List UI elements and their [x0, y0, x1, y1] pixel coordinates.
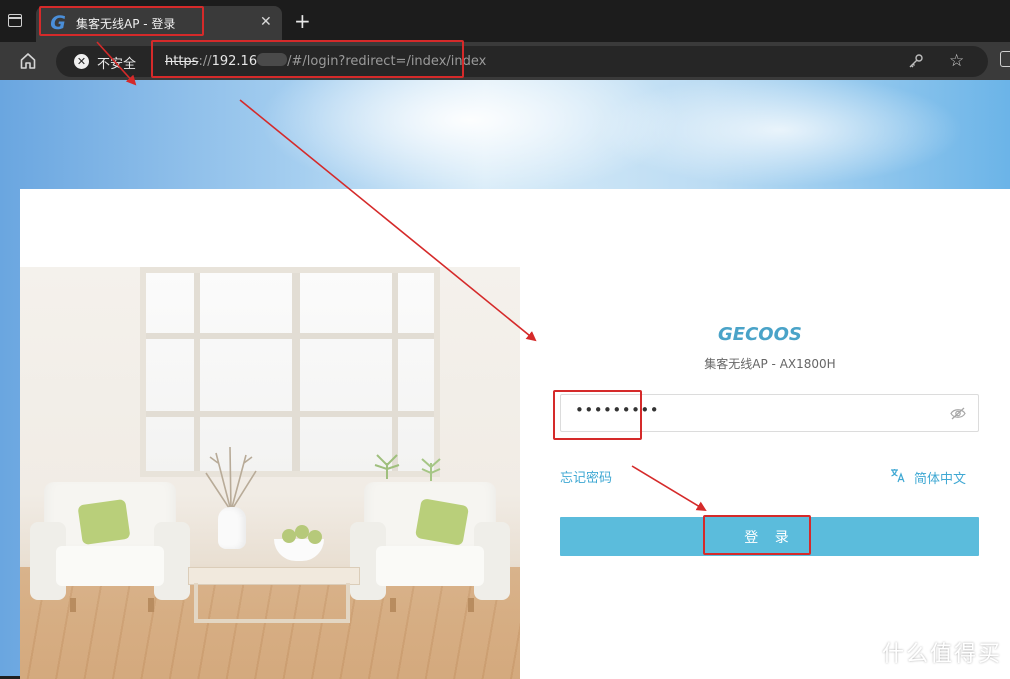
password-input[interactable]: ••••••••• — [560, 394, 979, 432]
tab-title: 集客无线AP - 登录 — [76, 17, 176, 31]
device-subtitle: 集客无线AP - AX1800H — [704, 357, 836, 371]
plant-illustration — [374, 454, 400, 479]
watermark-text: 什么值得买 — [882, 642, 1003, 667]
close-tab-icon[interactable]: ✕ — [260, 14, 272, 30]
login-card: GECOOS 集客无线AP - AX1800H ••••••••• 忘记密码 简… — [20, 189, 1010, 679]
logo-text: GECOOS — [718, 324, 802, 343]
fruit-illustration — [308, 530, 322, 544]
watermark-badge: 值 — [842, 634, 872, 664]
twig-branches-illustration — [205, 446, 257, 512]
url-separator: :// — [198, 54, 212, 69]
armchair-right-illustration — [350, 482, 510, 612]
favorite-star-icon[interactable]: ☆ — [949, 52, 964, 70]
language-selector[interactable]: 简体中文 — [914, 468, 966, 487]
vase-illustration — [218, 507, 246, 549]
url-path: /#/login?redirect=/index/index — [287, 54, 487, 69]
coffee-table-illustration — [188, 567, 360, 627]
gecoos-favicon-icon: G — [50, 12, 66, 34]
password-key-icon[interactable] — [908, 53, 924, 69]
extensions-icon[interactable] — [1000, 51, 1010, 67]
not-secure-icon[interactable]: ✕ — [74, 54, 89, 69]
url-redacted-segment — [257, 53, 288, 66]
window-illustration — [140, 267, 440, 477]
url-scheme: https — [165, 54, 199, 69]
translate-icon[interactable] — [890, 468, 906, 483]
url-text[interactable]: https://192.16 /#/login?redirect=/index/i… — [165, 53, 486, 69]
address-divider — [152, 53, 153, 70]
home-icon[interactable] — [20, 52, 36, 70]
browser-tab[interactable]: G 集客无线AP - 登录 ✕ — [36, 6, 282, 42]
login-page-background: GECOOS 集客无线AP - AX1800H ••••••••• 忘记密码 简… — [0, 80, 1010, 679]
plant-illustration — [421, 458, 441, 481]
fruit-illustration — [295, 525, 309, 539]
not-secure-label[interactable]: 不安全 — [97, 53, 136, 72]
living-room-illustration — [20, 267, 520, 679]
login-button[interactable]: 登 录 — [560, 517, 979, 556]
window-menu-icon[interactable] — [8, 14, 22, 27]
address-bar[interactable]: ✕ 不安全 https://192.16 /#/login?redirect=/i… — [56, 46, 988, 77]
login-button-label: 登 录 — [744, 530, 795, 546]
hide-password-eye-icon[interactable] — [950, 407, 966, 420]
armchair-left-illustration — [30, 482, 190, 612]
gecoos-logo: GECOOS — [718, 324, 802, 343]
fruit-illustration — [282, 529, 296, 543]
browser-toolbar: ✕ 不安全 https://192.16 /#/login?redirect=/i… — [0, 42, 1010, 80]
watermark: 值 什么值得买 — [842, 632, 1006, 668]
tab-bar: G 集客无线AP - 登录 ✕ + — [0, 0, 1010, 42]
new-tab-icon[interactable]: + — [294, 10, 311, 32]
password-value: ••••••••• — [575, 401, 660, 419]
url-host: 192.16 — [211, 54, 258, 69]
forgot-password-link[interactable]: 忘记密码 — [560, 467, 612, 486]
